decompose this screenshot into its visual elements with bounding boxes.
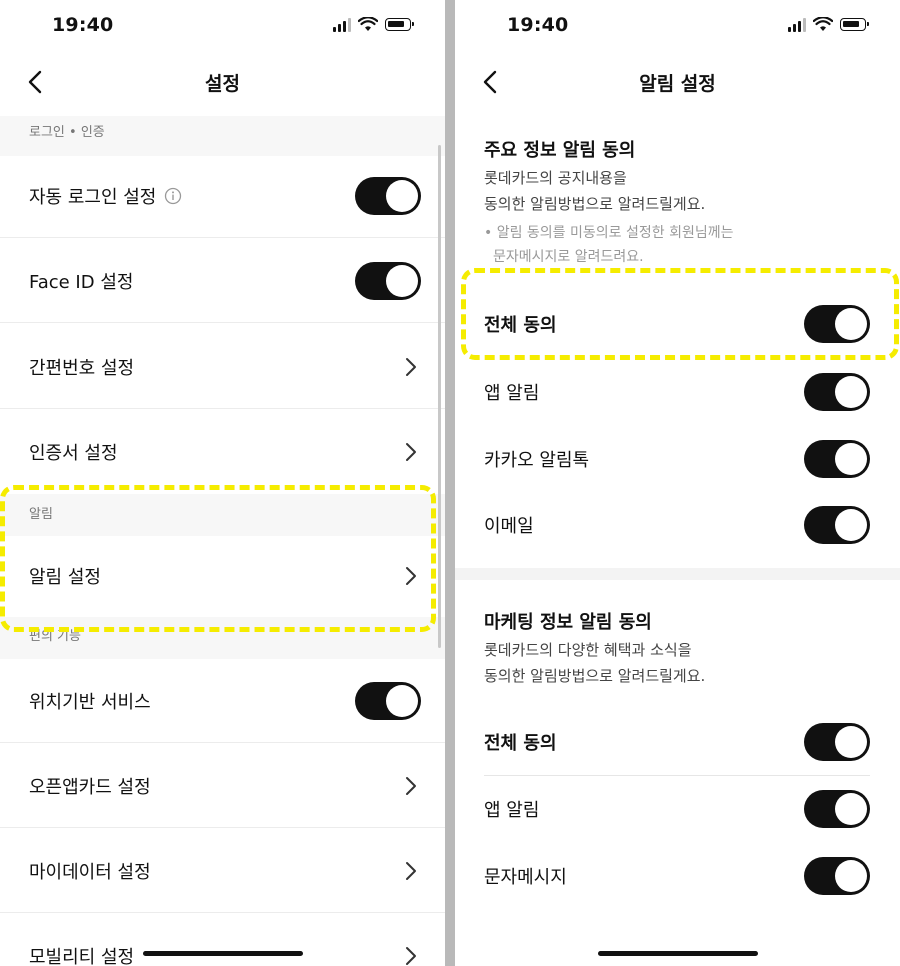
notification-settings-screen: 19:40 알림 설정 주요 정보 알림 동의 롯데카드의 공지내용을 동의한 …: [455, 0, 900, 966]
status-time: 19:40: [52, 14, 114, 36]
chevron-right-icon: [406, 861, 416, 880]
marketing-sms-label: 문자메시지: [484, 867, 567, 888]
page-title: 알림 설정: [639, 73, 716, 95]
face-id-label: Face ID 설정: [29, 271, 134, 293]
status-bar: 19:40: [0, 0, 445, 52]
status-icons: [333, 17, 414, 32]
auto-login-row[interactable]: 자동 로그인 설정: [0, 154, 445, 238]
auto-login-toggle[interactable]: [355, 176, 421, 215]
mydata-row[interactable]: 마이데이터 설정: [0, 829, 445, 913]
notification-settings-row[interactable]: 알림 설정: [0, 535, 445, 617]
chevron-right-icon: [406, 567, 416, 585]
main-info-note: • 알림 동의를 미동의로 설정한 회원님께는 문자메시지로 알려드려요.: [484, 221, 733, 269]
marketing-desc-line1: 롯데카드의 다양한 혜택과 소식을: [484, 641, 692, 659]
page-title: 설정: [205, 73, 240, 95]
main-info-note-line1: • 알림 동의를 미동의로 설정한 회원님께는: [484, 225, 734, 241]
marketing-sms-toggle[interactable]: [804, 857, 870, 895]
face-id-toggle[interactable]: [355, 261, 421, 300]
wifi-icon: [813, 17, 833, 31]
marketing-title: 마케팅 정보 알림 동의: [484, 612, 652, 633]
main-info-note-line2: 문자메시지로 알려드려요.: [493, 249, 644, 265]
home-indicator[interactable]: [143, 951, 303, 956]
marketing-app-push-toggle[interactable]: [804, 790, 870, 828]
bottom-mask: [455, 930, 900, 966]
battery-icon: [840, 18, 869, 31]
notification-settings-label: 알림 설정: [29, 567, 101, 588]
chevron-right-icon: [406, 947, 416, 965]
open-app-card-label: 오픈앱카드 설정: [29, 776, 151, 798]
face-id-row[interactable]: Face ID 설정: [0, 239, 445, 323]
main-all-agree-label: 전체 동의: [484, 315, 557, 336]
settings-screen: 19:40 설정 로그인 • 인증 자동 로그인 설정 Face ID 설정 간…: [0, 0, 445, 966]
marketing-all-agree-row[interactable]: 전체 동의: [455, 709, 900, 775]
main-kakao-toggle[interactable]: [804, 440, 870, 478]
open-app-card-row[interactable]: 오픈앱카드 설정: [0, 744, 445, 828]
status-icons: [788, 17, 869, 32]
cellular-signal-icon: [333, 17, 351, 32]
nav-bar: 설정: [0, 55, 445, 109]
location-service-label: 위치기반 서비스: [29, 691, 151, 713]
marketing-all-agree-label: 전체 동의: [484, 733, 557, 754]
marketing-app-push-row[interactable]: 앱 알림: [455, 776, 900, 842]
main-info-desc-line2: 동의한 알림방법으로 알려드릴게요.: [484, 195, 706, 213]
auto-login-label: 자동 로그인 설정: [29, 186, 157, 208]
main-all-agree-toggle[interactable]: [804, 305, 870, 343]
main-kakao-row[interactable]: 카카오 알림톡: [455, 426, 900, 492]
wifi-icon: [358, 17, 378, 31]
marketing-sms-row[interactable]: 문자메시지: [455, 843, 900, 909]
info-icon[interactable]: [164, 187, 182, 205]
main-email-label: 이메일: [484, 516, 534, 537]
status-bar: 19:40: [455, 0, 900, 52]
main-info-desc: 롯데카드의 공지내용을 동의한 알림방법으로 알려드릴게요.: [484, 165, 705, 217]
section-header-convenience: 편의 기능: [0, 617, 445, 659]
main-info-title: 주요 정보 알림 동의: [484, 140, 636, 161]
section-header-notice: 알림: [0, 494, 445, 536]
section-header-login: 로그인 • 인증: [0, 116, 445, 156]
marketing-desc: 롯데카드의 다양한 혜택과 소식을 동의한 알림방법으로 알려드릴게요.: [484, 637, 705, 689]
main-email-toggle[interactable]: [804, 506, 870, 544]
chevron-right-icon: [406, 357, 416, 376]
main-app-push-label: 앱 알림: [484, 383, 540, 404]
scrollbar[interactable]: [438, 145, 441, 648]
certificate-label: 인증서 설정: [29, 443, 118, 464]
cellular-signal-icon: [788, 17, 806, 32]
main-kakao-label: 카카오 알림톡: [484, 450, 590, 471]
chevron-right-icon: [406, 776, 416, 795]
main-all-agree-row[interactable]: 전체 동의: [455, 291, 900, 357]
location-service-row[interactable]: 위치기반 서비스: [0, 659, 445, 743]
main-app-push-row[interactable]: 앱 알림: [455, 359, 900, 425]
marketing-app-push-label: 앱 알림: [484, 800, 540, 821]
simple-pin-label: 간편번호 설정: [29, 357, 135, 379]
nav-bar: 알림 설정: [455, 55, 900, 109]
battery-icon: [385, 18, 414, 31]
screen-divider: [445, 0, 455, 966]
main-app-push-toggle[interactable]: [804, 373, 870, 411]
simple-pin-row[interactable]: 간편번호 설정: [0, 325, 445, 409]
section-gap: [455, 568, 900, 580]
location-service-toggle[interactable]: [355, 681, 421, 720]
chevron-right-icon: [406, 443, 416, 461]
main-email-row[interactable]: 이메일: [455, 492, 900, 558]
certificate-row[interactable]: 인증서 설정: [0, 410, 445, 494]
main-info-desc-line1: 롯데카드의 공지내용을: [484, 169, 627, 187]
home-indicator[interactable]: [598, 951, 758, 956]
status-time: 19:40: [507, 14, 569, 36]
marketing-desc-line2: 동의한 알림방법으로 알려드릴게요.: [484, 667, 706, 685]
mobility-label: 모빌리티 설정: [29, 947, 135, 966]
marketing-all-agree-toggle[interactable]: [804, 723, 870, 761]
mydata-label: 마이데이터 설정: [29, 861, 151, 883]
mobility-row[interactable]: 모빌리티 설정: [0, 914, 445, 966]
